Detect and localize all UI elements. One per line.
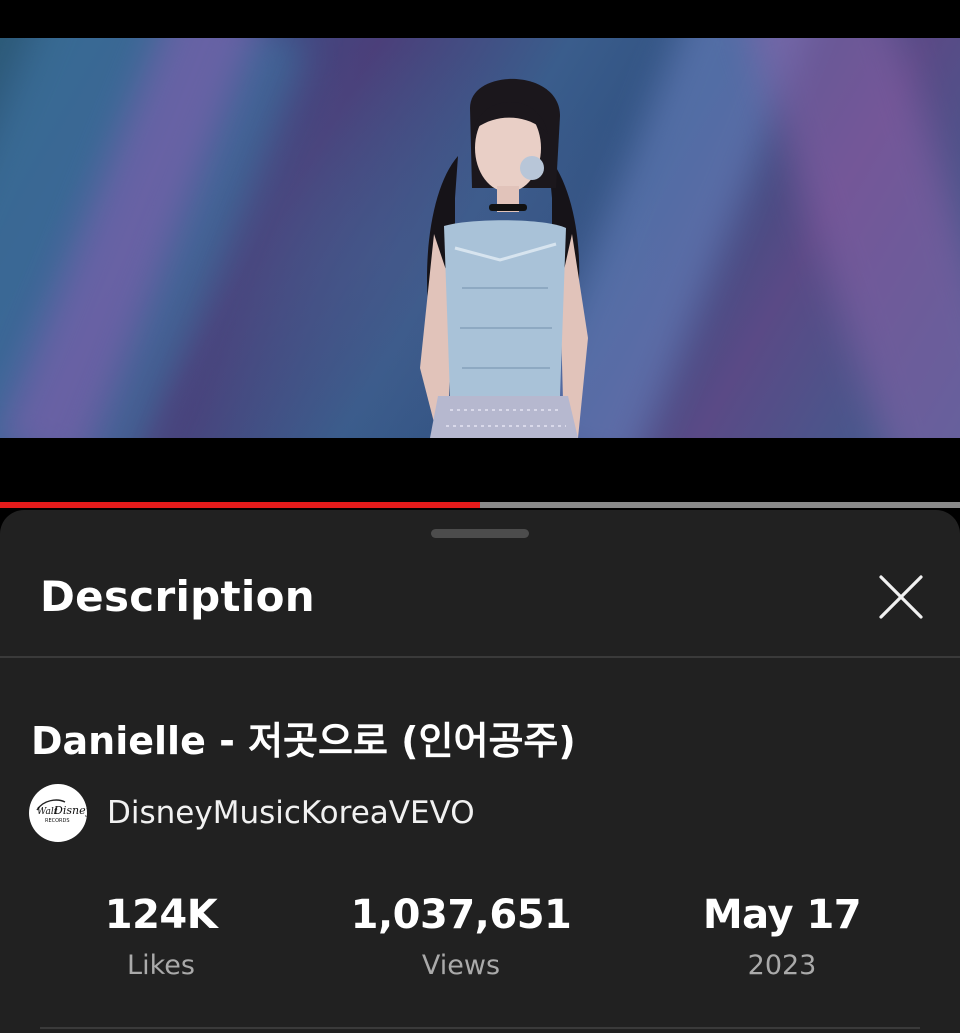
publish-date: May 17 [702,892,862,938]
sheet-title: Description [40,572,315,621]
description-sheet: Description Danielle - 저곳으로 (인어공주) Walt … [0,510,960,1033]
stat-likes: 124K Likes [11,892,311,981]
disney-records-logo: Walt Disney RECORDS [36,799,87,824]
video-title: Danielle - 저곳으로 (인어공주) [31,719,576,763]
close-icon [879,575,923,619]
close-button[interactable] [872,568,930,626]
drag-handle[interactable] [431,529,529,538]
publish-year: 2023 [747,950,817,981]
stat-views: 1,037,651 Views [311,892,611,981]
progress-played [0,502,480,508]
views-count: 1,037,651 [350,892,572,938]
stats-row: 124K Likes 1,037,651 Views May 17 2023 [0,892,960,1002]
channel-link[interactable]: Walt Disney RECORDS DisneyMusicKoreaVEVO [29,782,475,844]
video-player[interactable] [0,0,960,508]
video-frame[interactable] [0,38,960,438]
section-divider [40,1027,920,1029]
likes-count: 124K [104,892,218,938]
channel-name[interactable]: DisneyMusicKoreaVEVO [107,795,475,831]
views-label: Views [421,950,501,981]
likes-label: Likes [127,950,195,981]
svg-text:RECORDS: RECORDS [45,818,70,824]
svg-text:Disney: Disney [53,804,87,817]
singer-figure [420,78,588,438]
progress-bar[interactable] [0,502,960,508]
header-divider [0,656,960,658]
channel-avatar[interactable]: Walt Disney RECORDS [29,784,87,842]
stat-date: May 17 2023 [632,892,932,981]
